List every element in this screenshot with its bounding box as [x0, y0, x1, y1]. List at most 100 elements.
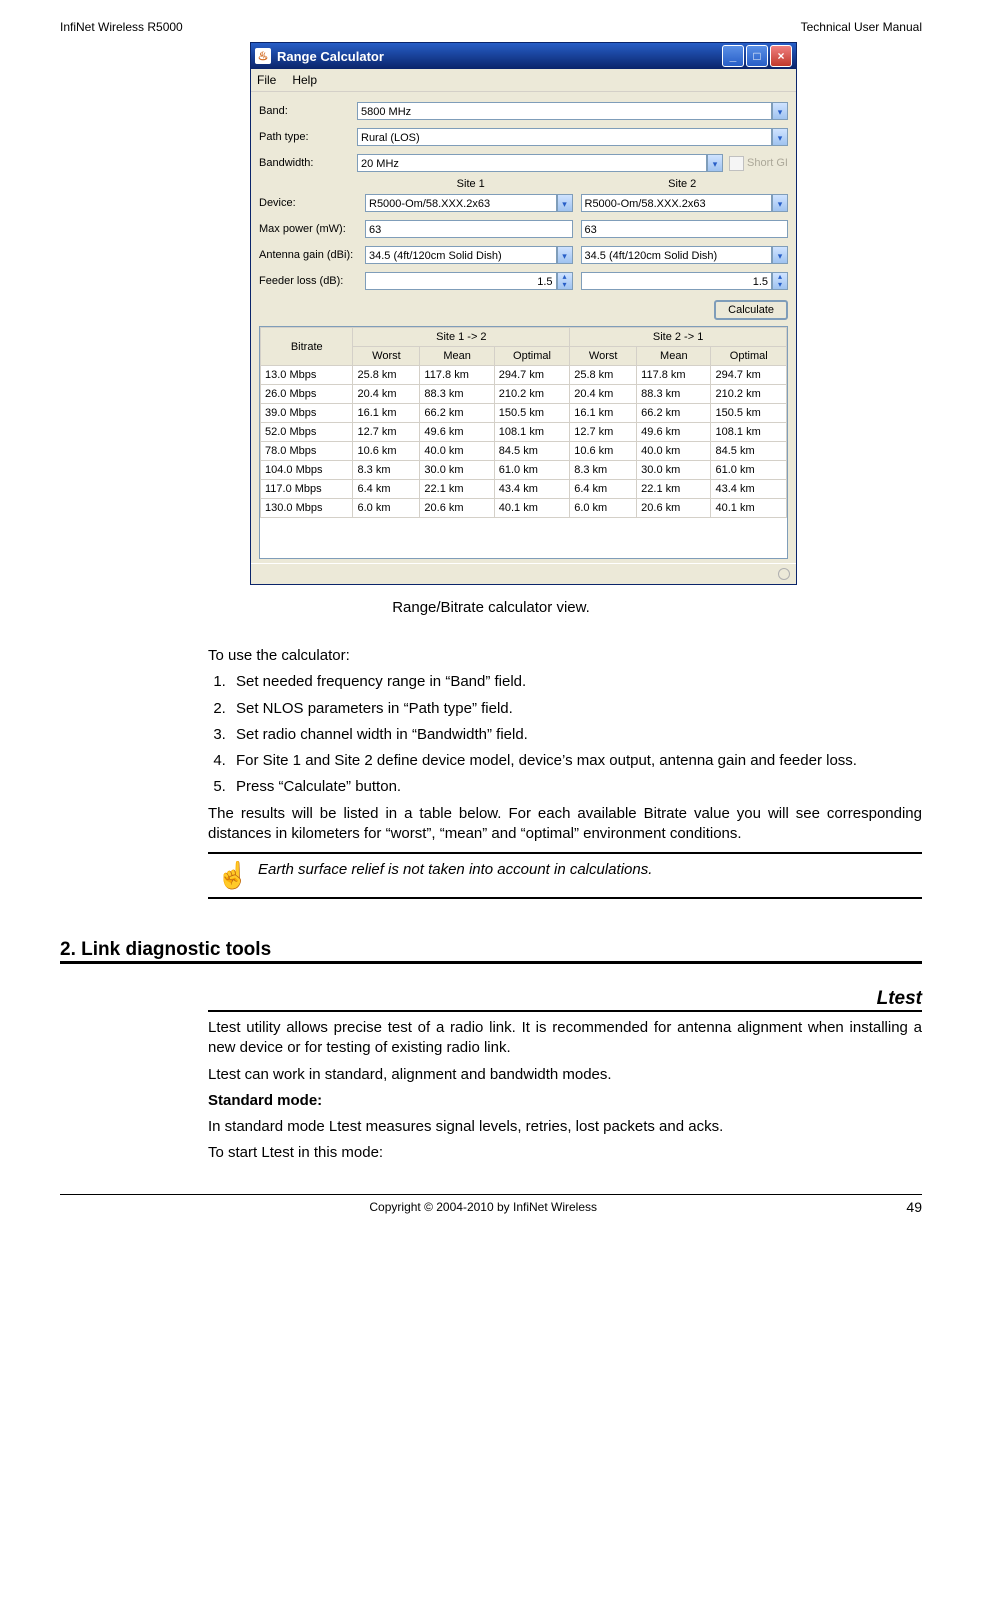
band-dropdown-icon[interactable]: ▾ [772, 102, 788, 120]
table-cell: 108.1 km [494, 423, 569, 442]
col-opt2: Optimal [711, 347, 787, 366]
antgain-label: Antenna gain (dBi): [259, 249, 365, 261]
results-paragraph: The results will be listed in a table be… [208, 804, 922, 845]
copyright: Copyright © 2004-2010 by InfiNet Wireles… [369, 1200, 597, 1214]
results-table: Bitrate Site 1 -> 2 Site 2 -> 1 Worst Me… [260, 327, 787, 518]
table-cell: 294.7 km [494, 366, 569, 385]
bw-dropdown-icon[interactable]: ▾ [707, 154, 723, 172]
table-cell: 25.8 km [570, 366, 637, 385]
table-cell: 12.7 km [353, 423, 420, 442]
feeder1-spinner-icon[interactable]: ▴▾ [557, 272, 573, 290]
calculate-button[interactable]: Calculate [714, 300, 788, 320]
table-cell: 22.1 km [637, 480, 711, 499]
table-cell: 43.4 km [494, 480, 569, 499]
table-row: 117.0 Mbps6.4 km22.1 km43.4 km6.4 km22.1… [261, 480, 787, 499]
feeder2-spinner-icon[interactable]: ▴▾ [772, 272, 788, 290]
device2-dropdown-icon[interactable]: ▾ [772, 194, 788, 212]
site2-header: Site 2 [577, 178, 789, 190]
subsection-ltest: Ltest [208, 988, 922, 1012]
device2-field[interactable]: R5000-Om/58.XXX.2x63 [581, 194, 773, 212]
maximize-button[interactable]: □ [746, 45, 768, 67]
power2-field[interactable]: 63 [581, 220, 789, 238]
bw-field[interactable]: 20 MHz [357, 154, 707, 172]
table-row: 39.0 Mbps16.1 km66.2 km150.5 km16.1 km66… [261, 404, 787, 423]
col-bitrate: Bitrate [261, 328, 353, 366]
device1-field[interactable]: R5000-Om/58.XXX.2x63 [365, 194, 557, 212]
table-cell: 20.4 km [570, 385, 637, 404]
table-cell: 12.7 km [570, 423, 637, 442]
ant2-dropdown-icon[interactable]: ▾ [772, 246, 788, 264]
device-label: Device: [259, 197, 365, 209]
table-cell: 49.6 km [637, 423, 711, 442]
pointing-hand-icon: ☝ [208, 858, 258, 893]
table-cell: 10.6 km [353, 442, 420, 461]
instructions-intro: To use the calculator: [208, 646, 922, 666]
table-cell: 52.0 Mbps [261, 423, 353, 442]
ltest-p4: In standard mode Ltest measures signal l… [208, 1117, 922, 1137]
java-icon: ♨ [255, 48, 271, 64]
header-right: Technical User Manual [801, 20, 922, 34]
table-cell: 66.2 km [420, 404, 494, 423]
table-cell: 39.0 Mbps [261, 404, 353, 423]
table-cell: 88.3 km [637, 385, 711, 404]
feeder2-field[interactable]: 1.5 [581, 272, 773, 290]
table-cell: 117.8 km [420, 366, 494, 385]
table-cell: 43.4 km [711, 480, 787, 499]
table-cell: 84.5 km [711, 442, 787, 461]
window-title: Range Calculator [277, 49, 720, 64]
table-cell: 8.3 km [570, 461, 637, 480]
table-cell: 61.0 km [494, 461, 569, 480]
menu-help[interactable]: Help [292, 73, 317, 87]
table-cell: 40.1 km [494, 499, 569, 518]
results-table-container: Bitrate Site 1 -> 2 Site 2 -> 1 Worst Me… [259, 326, 788, 559]
table-row: 13.0 Mbps25.8 km117.8 km294.7 km25.8 km1… [261, 366, 787, 385]
table-cell: 8.3 km [353, 461, 420, 480]
bw-label: Bandwidth: [259, 157, 357, 169]
menubar: File Help [251, 69, 796, 92]
note-box: ☝ Earth surface relief is not taken into… [208, 852, 922, 899]
ant1-field[interactable]: 34.5 (4ft/120cm Solid Dish) [365, 246, 557, 264]
ltest-p5: To start Ltest in this mode: [208, 1143, 922, 1163]
status-indicator-icon [778, 568, 790, 580]
path-dropdown-icon[interactable]: ▾ [772, 128, 788, 146]
site1-header: Site 1 [365, 178, 577, 190]
table-cell: 25.8 km [353, 366, 420, 385]
close-button[interactable]: × [770, 45, 792, 67]
table-cell: 49.6 km [420, 423, 494, 442]
page-number: 49 [906, 1199, 922, 1215]
table-cell: 40.0 km [637, 442, 711, 461]
status-bar [251, 563, 796, 584]
table-cell: 20.6 km [637, 499, 711, 518]
table-cell: 150.5 km [711, 404, 787, 423]
step-2: Set NLOS parameters in “Path type” field… [230, 699, 922, 719]
col-mean2: Mean [637, 347, 711, 366]
table-cell: 6.4 km [353, 480, 420, 499]
feeder1-field[interactable]: 1.5 [365, 272, 557, 290]
col-worst2: Worst [570, 347, 637, 366]
col-opt1: Optimal [494, 347, 569, 366]
ltest-p1: Ltest utility allows precise test of a r… [208, 1018, 922, 1059]
instruction-steps: Set needed frequency range in “Band” fie… [208, 672, 922, 797]
path-label: Path type: [259, 131, 357, 143]
maxpower-label: Max power (mW): [259, 223, 365, 235]
band-field[interactable]: 5800 MHz [357, 102, 772, 120]
table-row: 130.0 Mbps6.0 km20.6 km40.1 km6.0 km20.6… [261, 499, 787, 518]
ltest-p2: Ltest can work in standard, alignment an… [208, 1065, 922, 1085]
step-1: Set needed frequency range in “Band” fie… [230, 672, 922, 692]
ant2-field[interactable]: 34.5 (4ft/120cm Solid Dish) [581, 246, 773, 264]
table-cell: 108.1 km [711, 423, 787, 442]
table-cell: 66.2 km [637, 404, 711, 423]
table-cell: 22.1 km [420, 480, 494, 499]
note-text: Earth surface relief is not taken into a… [258, 858, 922, 893]
table-cell: 150.5 km [494, 404, 569, 423]
menu-file[interactable]: File [257, 73, 276, 87]
minimize-button[interactable]: _ [722, 45, 744, 67]
power1-field[interactable]: 63 [365, 220, 573, 238]
band-label: Band: [259, 105, 357, 117]
path-field[interactable]: Rural (LOS) [357, 128, 772, 146]
col-site12: Site 1 -> 2 [353, 328, 570, 347]
table-cell: 6.4 km [570, 480, 637, 499]
ant1-dropdown-icon[interactable]: ▾ [557, 246, 573, 264]
step-4: For Site 1 and Site 2 define device mode… [230, 751, 922, 771]
device1-dropdown-icon[interactable]: ▾ [557, 194, 573, 212]
